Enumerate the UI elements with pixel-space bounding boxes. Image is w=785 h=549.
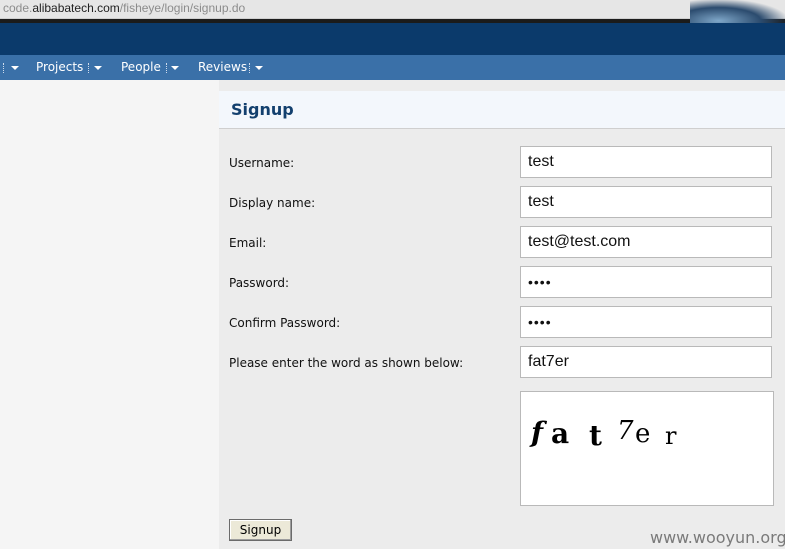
- watermark: www.wooyun.org: [650, 528, 785, 547]
- nav-bar: Projects People Reviews: [0, 55, 785, 80]
- nav-item-reviews[interactable]: Reviews: [198, 55, 247, 80]
- captcha-image: f a t 7 e r: [520, 391, 774, 506]
- display-name-input[interactable]: [520, 186, 772, 218]
- chevron-down-icon[interactable]: [255, 66, 263, 70]
- confirm-password-input[interactable]: [520, 306, 772, 338]
- captcha-char: f: [529, 416, 548, 449]
- captcha-char: e: [635, 419, 650, 449]
- nav-separator: [249, 63, 251, 73]
- chevron-down-icon[interactable]: [11, 66, 19, 70]
- captcha-char: a: [551, 417, 569, 450]
- captcha-graphic: f a t 7 e r: [529, 416, 677, 452]
- address-bar[interactable]: code.alibabatech.com/fisheye/login/signu…: [0, 0, 785, 19]
- captcha-char: 7: [617, 416, 634, 446]
- username-label: Username:: [229, 156, 295, 170]
- confirm-password-label: Confirm Password:: [229, 316, 341, 330]
- form-title-bar: Signup: [219, 91, 785, 129]
- url-path: /fisheye/login/signup.do: [119, 1, 246, 15]
- app-header: [0, 23, 785, 55]
- chevron-down-icon[interactable]: [171, 66, 179, 70]
- signup-button[interactable]: Signup: [229, 519, 292, 541]
- password-label: Password:: [229, 276, 290, 290]
- captcha-input[interactable]: [520, 346, 772, 378]
- page-title: Signup: [231, 100, 294, 119]
- url-domain: alibabatech.com: [32, 1, 120, 15]
- nav-item-people[interactable]: People: [121, 55, 161, 80]
- nav-item-projects[interactable]: Projects: [36, 55, 83, 80]
- captcha-char: t: [589, 419, 602, 452]
- nav-separator: [3, 63, 5, 73]
- nav-separator: [88, 63, 90, 73]
- chevron-down-icon[interactable]: [94, 66, 102, 70]
- display-name-label: Display name:: [229, 196, 316, 210]
- email-label: Email:: [229, 236, 267, 250]
- nav-separator: [166, 63, 168, 73]
- captcha-label: Please enter the word as shown below:: [229, 356, 464, 370]
- password-input[interactable]: [520, 266, 772, 298]
- captcha-char: r: [665, 422, 677, 450]
- url-prefix: code.: [3, 1, 33, 15]
- url-text: code.alibabatech.com/fisheye/login/signu…: [0, 1, 245, 15]
- username-input[interactable]: [520, 146, 772, 178]
- email-input[interactable]: [520, 226, 772, 258]
- left-sidebar: [0, 80, 219, 549]
